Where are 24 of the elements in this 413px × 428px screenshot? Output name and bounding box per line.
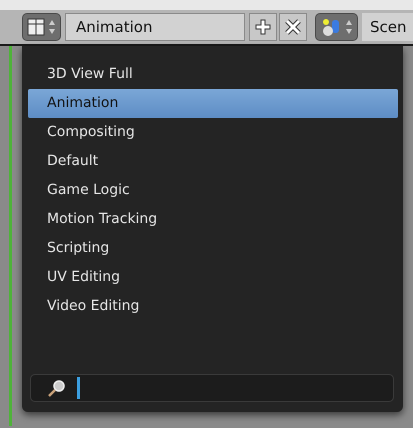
delete-button[interactable] bbox=[279, 13, 307, 41]
layout-icon bbox=[27, 18, 45, 36]
scene-selector-button[interactable] bbox=[315, 13, 358, 41]
menu-item[interactable]: Compositing bbox=[28, 118, 398, 147]
menu-item[interactable]: Scripting bbox=[28, 234, 398, 263]
menu-item[interactable]: Default bbox=[28, 147, 398, 176]
plus-icon bbox=[254, 18, 272, 36]
menu-item[interactable]: Motion Tracking bbox=[28, 205, 398, 234]
menu-item[interactable]: UV Editing bbox=[28, 263, 398, 292]
add-button[interactable] bbox=[249, 13, 277, 41]
layout-selector-button[interactable] bbox=[22, 13, 61, 41]
menu-item[interactable]: Video Editing bbox=[28, 292, 398, 321]
search-icon bbox=[47, 378, 67, 398]
layout-name-field[interactable]: Animation bbox=[65, 13, 245, 41]
text-cursor bbox=[77, 377, 80, 399]
scene-icon bbox=[320, 17, 342, 37]
menu-item[interactable]: Animation bbox=[28, 89, 398, 118]
menu-item[interactable]: Game Logic bbox=[28, 176, 398, 205]
search-field[interactable] bbox=[30, 374, 394, 402]
scene-name-field[interactable]: Scen bbox=[362, 13, 413, 41]
up-down-arrows-icon bbox=[48, 18, 56, 36]
up-down-arrows-icon bbox=[345, 18, 353, 36]
close-icon bbox=[284, 18, 302, 36]
menu-item[interactable]: 3D View Full bbox=[28, 60, 398, 89]
